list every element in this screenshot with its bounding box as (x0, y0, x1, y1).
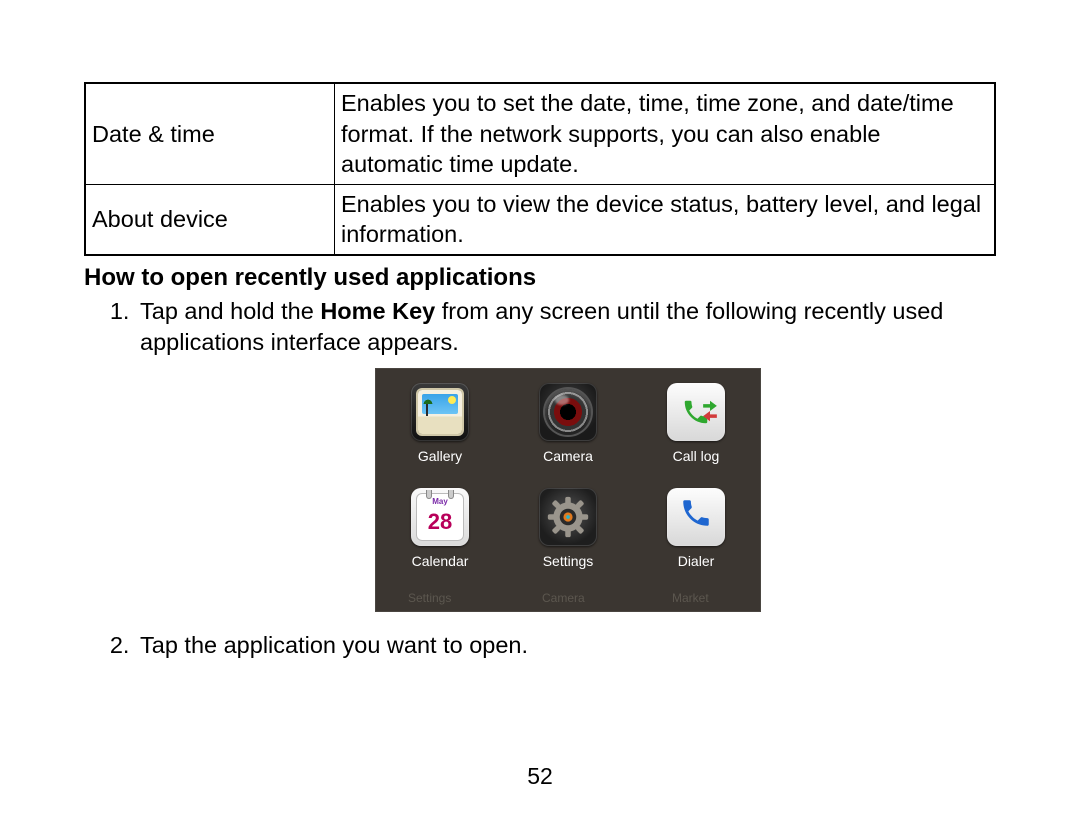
table-row: Date & time Enables you to set the date,… (85, 83, 995, 184)
call-log-icon (667, 383, 725, 441)
background-app-label: Settings (408, 591, 451, 607)
app-camera[interactable]: Camera (512, 383, 624, 466)
recent-apps-screenshot: Gallery Camera (375, 368, 761, 612)
instruction-list: Tap and hold the Home Key from any scree… (84, 296, 996, 662)
calendar-icon: May 28 (411, 488, 469, 546)
instruction-step: Tap the application you want to open. (136, 630, 996, 661)
app-label: Calendar (412, 552, 469, 571)
setting-description: Enables you to view the device status, b… (335, 184, 996, 255)
app-call-log[interactable]: Call log (640, 383, 752, 466)
app-gallery[interactable]: Gallery (384, 383, 496, 466)
settings-icon (539, 488, 597, 546)
app-label: Settings (543, 552, 594, 571)
document-page: Date & time Enables you to set the date,… (0, 0, 1080, 662)
app-calendar[interactable]: May 28 Calendar (384, 488, 496, 571)
home-key-label: Home Key (320, 298, 435, 324)
section-heading: How to open recently used applications (84, 264, 996, 292)
setting-name: About device (85, 184, 335, 255)
app-settings[interactable]: Settings (512, 488, 624, 571)
figure-container: Gallery Camera (140, 368, 996, 620)
setting-name: Date & time (85, 83, 335, 184)
dialer-icon (667, 488, 725, 546)
background-app-label: Camera (542, 591, 585, 607)
gallery-icon (411, 383, 469, 441)
app-label: Call log (673, 447, 720, 466)
app-label: Gallery (418, 447, 462, 466)
table-row: About device Enables you to view the dev… (85, 184, 995, 255)
calendar-day: 28 (416, 507, 464, 536)
step-text: Tap the application you want to open. (140, 632, 528, 658)
setting-description: Enables you to set the date, time, time … (335, 83, 996, 184)
app-grid: Gallery Camera (376, 383, 760, 570)
background-app-label: Market (672, 591, 709, 607)
camera-icon (539, 383, 597, 441)
settings-table: Date & time Enables you to set the date,… (84, 82, 996, 256)
page-number: 52 (0, 763, 1080, 790)
step-text: Tap and hold the (140, 298, 320, 324)
app-label: Camera (543, 447, 593, 466)
app-label: Dialer (678, 552, 715, 571)
app-dialer[interactable]: Dialer (640, 488, 752, 571)
instruction-step: Tap and hold the Home Key from any scree… (136, 296, 996, 621)
